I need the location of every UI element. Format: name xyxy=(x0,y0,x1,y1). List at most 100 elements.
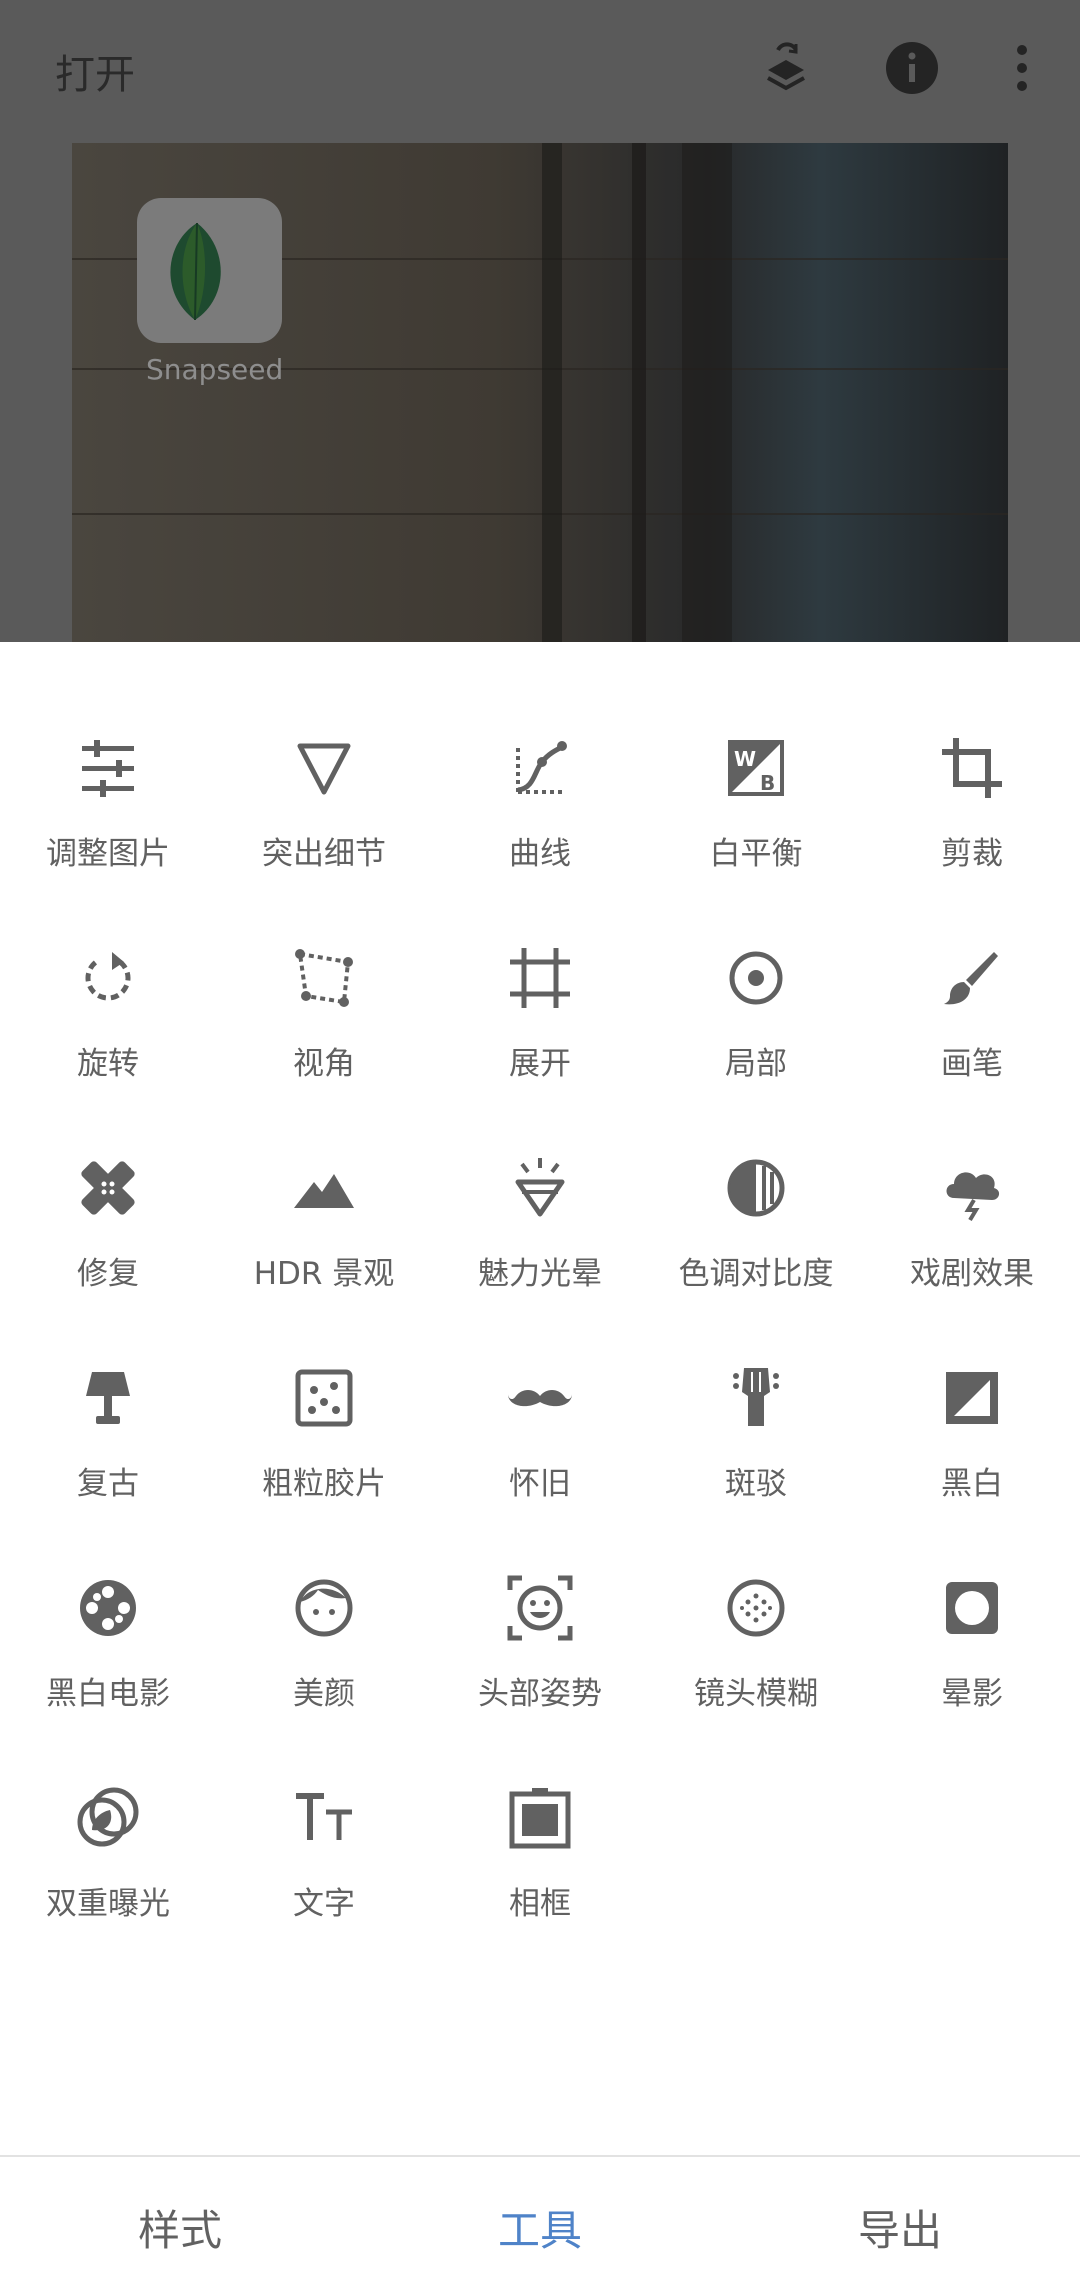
tool-label: 镜头模糊 xyxy=(694,1676,818,1712)
tool-label: 粗粒胶片 xyxy=(262,1466,386,1502)
more-vert-icon[interactable] xyxy=(1000,38,1060,98)
open-button[interactable]: 打开 xyxy=(55,42,135,100)
tab-export[interactable]: 导出 xyxy=(858,2197,942,2258)
tool-glamour-glow[interactable]: 魅力光晕 xyxy=(432,1120,648,1330)
tool-label: 黑白电影 xyxy=(46,1676,170,1712)
tool-grunge[interactable]: 斑驳 xyxy=(648,1330,864,1540)
tool-label: 魅力光晕 xyxy=(478,1256,602,1292)
tool-label: 旋转 xyxy=(77,1046,139,1082)
crop-icon xyxy=(942,738,1002,798)
tool-label: 相框 xyxy=(509,1886,571,1922)
tool-label: 文字 xyxy=(293,1886,355,1922)
tool-label: 剪裁 xyxy=(941,836,1003,872)
tool-head-pose[interactable]: 头部姿势 xyxy=(432,1540,648,1750)
tool-label: 画笔 xyxy=(941,1046,1003,1082)
white-balance-icon: W B xyxy=(728,740,784,796)
tool-vintage[interactable]: 复古 xyxy=(0,1330,216,1540)
tool-portrait[interactable]: 美颜 xyxy=(216,1540,432,1750)
tool-expand[interactable]: 展开 xyxy=(432,910,648,1120)
film-reel-icon xyxy=(80,1580,136,1636)
tool-details[interactable]: 突出细节 xyxy=(216,700,432,910)
lens-blur-icon xyxy=(727,1579,785,1637)
healing-bandage-icon xyxy=(81,1161,135,1215)
snapseed-app-icon xyxy=(137,198,282,343)
tool-lens-blur[interactable]: 镜头模糊 xyxy=(648,1540,864,1750)
tab-looks[interactable]: 样式 xyxy=(138,2197,222,2258)
selective-target-icon xyxy=(729,951,783,1005)
tool-double-exposure[interactable]: 双重曝光 xyxy=(0,1750,216,1960)
tool-label: 白平衡 xyxy=(709,836,803,872)
tool-brush[interactable]: 画笔 xyxy=(864,910,1080,1120)
glamour-glow-icon xyxy=(515,1158,565,1217)
grunge-guitar-icon xyxy=(733,1368,779,1426)
vintage-lamp-icon xyxy=(86,1372,130,1424)
rotate-icon xyxy=(85,952,131,1001)
expand-icon xyxy=(510,948,570,1008)
tool-tonal-contrast[interactable]: 色调对比度 xyxy=(648,1120,864,1330)
info-icon[interactable] xyxy=(882,38,942,98)
tool-label: 怀旧 xyxy=(509,1466,571,1502)
tool-label: 曲线 xyxy=(509,836,571,872)
tool-label: 色调对比度 xyxy=(678,1256,834,1292)
tool-white-balance[interactable]: W B 白平衡 xyxy=(648,700,864,910)
brush-icon xyxy=(944,952,998,1005)
tool-selective[interactable]: 局部 xyxy=(648,910,864,1120)
tool-drama[interactable]: 戏剧效果 xyxy=(864,1120,1080,1330)
face-icon xyxy=(295,1579,353,1637)
tool-hdr-scape[interactable]: HDR 景观 xyxy=(216,1120,432,1330)
tool-label: 头部姿势 xyxy=(478,1676,602,1712)
vignette-icon xyxy=(946,1582,998,1634)
tool-label: 美颜 xyxy=(293,1676,355,1712)
tool-label: 双重曝光 xyxy=(46,1886,170,1922)
tool-label: HDR 景观 xyxy=(253,1256,395,1292)
tool-black-white[interactable]: 黑白 xyxy=(864,1330,1080,1540)
tool-vignette[interactable]: 晕影 xyxy=(864,1540,1080,1750)
double-exposure-icon xyxy=(77,1787,139,1847)
text-icon xyxy=(296,1793,352,1840)
head-pose-icon xyxy=(507,1575,573,1641)
tool-label: 修复 xyxy=(77,1256,139,1292)
tune-sliders-icon xyxy=(82,740,134,797)
image-preview-area: 打开 Snapseed xyxy=(0,0,1080,642)
layers-swap-icon[interactable] xyxy=(756,38,816,98)
svg-text:W: W xyxy=(734,747,756,771)
mustache-icon xyxy=(508,1390,572,1407)
drama-cloud-icon xyxy=(946,1172,1000,1222)
tool-perspective[interactable]: 视角 xyxy=(216,910,432,1120)
frame-icon xyxy=(509,1788,571,1849)
tool-text[interactable]: 文字 xyxy=(216,1750,432,1960)
tool-label: 局部 xyxy=(725,1046,787,1082)
tool-frames[interactable]: 相框 xyxy=(432,1750,648,1960)
tool-rotate[interactable]: 旋转 xyxy=(0,910,216,1120)
curves-icon xyxy=(516,741,567,794)
grainy-film-dice-icon xyxy=(295,1369,353,1427)
tool-curves[interactable]: 曲线 xyxy=(432,700,648,910)
tool-noir[interactable]: 黑白电影 xyxy=(0,1540,216,1750)
tool-adjust-image[interactable]: 调整图片 xyxy=(0,700,216,910)
tool-label: 展开 xyxy=(509,1046,571,1082)
tool-label: 晕影 xyxy=(941,1676,1003,1712)
tool-grainy-film[interactable]: 粗粒胶片 xyxy=(216,1330,432,1540)
tool-label: 戏剧效果 xyxy=(910,1256,1034,1292)
app-bar: 打开 xyxy=(0,0,1080,138)
bottom-navigation: 样式 工具 导出 xyxy=(0,2155,1080,2283)
tonal-contrast-icon xyxy=(727,1159,785,1217)
tool-label: 突出细节 xyxy=(262,836,386,872)
tool-label: 斑驳 xyxy=(725,1466,787,1502)
tool-label: 复古 xyxy=(77,1466,139,1502)
tool-label: 调整图片 xyxy=(46,836,170,872)
tool-crop[interactable]: 剪裁 xyxy=(864,700,1080,910)
snapseed-label: Snapseed xyxy=(146,353,284,386)
svg-text:B: B xyxy=(760,771,775,795)
black-white-icon xyxy=(946,1372,998,1424)
tab-tools[interactable]: 工具 xyxy=(498,2197,582,2258)
photo-preview: Snapseed xyxy=(72,143,1008,642)
tool-label: 黑白 xyxy=(941,1466,1003,1502)
mountains-icon xyxy=(294,1174,354,1208)
tool-healing[interactable]: 修复 xyxy=(0,1120,216,1330)
perspective-icon xyxy=(295,949,353,1007)
details-triangle-icon xyxy=(297,743,351,795)
tools-grid: 调整图片 突出细节 曲线 W B 白平衡 剪裁 旋转 视角 展开 局部 画笔 修… xyxy=(0,700,1080,1950)
tool-retrolux[interactable]: 怀旧 xyxy=(432,1330,648,1540)
tool-label: 视角 xyxy=(293,1046,355,1082)
